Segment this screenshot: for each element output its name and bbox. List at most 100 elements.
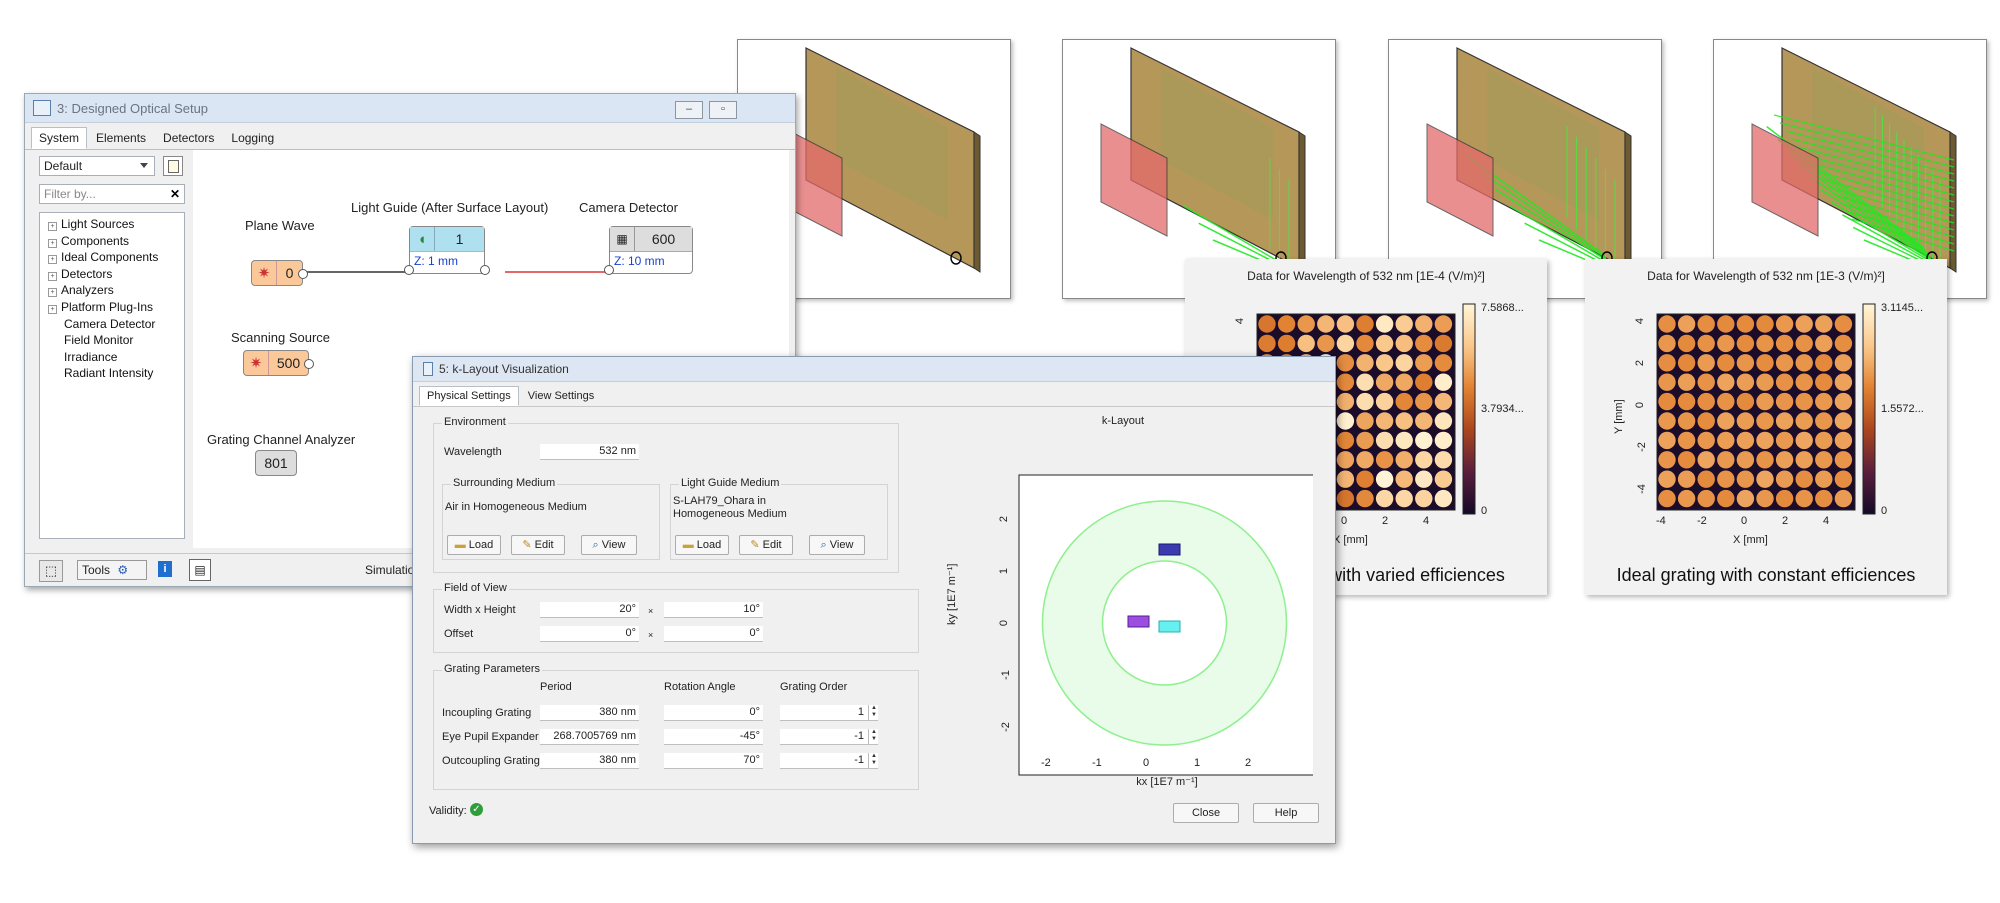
fov-offset-y-field[interactable]: 0° <box>664 626 763 642</box>
expand-icon[interactable]: + <box>48 304 57 314</box>
tree-item[interactable]: + Analyzers <box>40 282 184 299</box>
window-titlebar[interactable]: 3: Designed Optical Setup – ▫ <box>25 94 795 123</box>
surrounding-load-button[interactable]: ▬ Load <box>447 535 501 555</box>
light-guide-icon: ◖ <box>410 227 435 251</box>
grating-parameters-group: Grating Parameters Period Rotation Angle… <box>433 663 919 790</box>
grating-analyzer-label: Grating Channel Analyzer <box>207 432 356 447</box>
output-port[interactable] <box>298 269 308 279</box>
expand-icon[interactable]: + <box>48 271 57 281</box>
kx-axis-label: kx [1E7 m⁻¹] <box>1136 776 1198 788</box>
tree-item[interactable]: + Components <box>40 233 184 250</box>
guide-load-button[interactable]: ▬ Load <box>675 535 729 555</box>
ky-tick-label: -2 <box>999 722 1012 732</box>
order-spinner[interactable]: ▲ ▼ <box>868 729 879 744</box>
ky-tick-label: 1 <box>998 567 1011 575</box>
fov-offset-label: Offset <box>444 628 474 640</box>
tab-physical-settings[interactable]: Physical Settings <box>419 386 519 406</box>
scanning-source-node[interactable]: ✷ 500 <box>243 350 314 376</box>
guide-view-button[interactable]: ⌕ View <box>809 535 865 555</box>
tree-item[interactable]: + Detectors <box>40 266 184 283</box>
edit-label: Edit <box>762 539 782 551</box>
tools-icon: ⚙ <box>117 563 129 577</box>
document-icon[interactable]: ▤ <box>189 559 211 581</box>
heatmap-y-tick: 0 <box>1634 401 1647 409</box>
tab-system[interactable]: System <box>31 127 88 149</box>
expand-icon[interactable]: + <box>48 288 57 298</box>
colorbar-max: 3.1145... <box>1881 302 1923 314</box>
surrounding-view-button[interactable]: ⌕ View <box>581 535 637 555</box>
order-spinner[interactable]: ▲ ▼ <box>868 705 879 720</box>
grating-order-field[interactable]: -1 <box>780 753 878 769</box>
grating-period-field[interactable]: 268.7005769 nm <box>540 729 639 745</box>
grating-period-field[interactable]: 380 nm <box>540 753 639 769</box>
filter-input[interactable]: Filter by... ✕ <box>39 184 185 204</box>
pencil-icon: ✎ <box>750 539 760 551</box>
camera-detector-node[interactable]: ▦ 600 Z: 10 mm <box>604 226 693 275</box>
close-button[interactable]: Close <box>1173 803 1239 823</box>
input-port[interactable] <box>404 265 414 275</box>
heatmap-y-tick: 4 <box>1234 317 1247 325</box>
k-layout-titlebar[interactable]: 5: k-Layout Visualization <box>413 357 1335 382</box>
kx-tick-label: 0 <box>1143 757 1150 769</box>
tab-detectors[interactable]: Detectors <box>155 127 222 149</box>
tree-item[interactable]: + Light Sources <box>40 216 184 233</box>
minimize-button[interactable]: – <box>675 101 703 119</box>
tree-item[interactable]: + Platform Plug-Ins <box>40 299 184 316</box>
tree-item-label: Light Sources <box>61 217 135 231</box>
new-document-icon[interactable] <box>163 156 183 176</box>
wavelength-field[interactable]: 532 nm <box>540 444 639 460</box>
input-port[interactable] <box>604 265 614 275</box>
info-icon[interactable]: i <box>158 561 172 577</box>
tab-logging[interactable]: Logging <box>223 127 282 149</box>
kx-tick-label: 2 <box>1245 757 1252 769</box>
tree-item[interactable]: Field Monitor <box>40 332 184 349</box>
grating-order-field[interactable]: -1 <box>780 729 878 745</box>
clear-filter-icon[interactable]: ✕ <box>170 185 180 203</box>
element-catalog-sidebar: Default Filter by... ✕ + Light Sources + Co… <box>39 156 187 539</box>
fov-times-sign: × <box>648 630 654 640</box>
k-layout-tabs: Physical Settings View Settings <box>413 382 1335 407</box>
output-port[interactable] <box>304 359 314 369</box>
light-source-icon: ✷ <box>252 261 277 285</box>
expand-icon[interactable]: + <box>48 222 57 231</box>
maximize-button[interactable]: ▫ <box>709 101 737 119</box>
period-column: Period <box>540 681 572 693</box>
fov-width-field[interactable]: 20° <box>540 602 639 618</box>
grating-angle-field[interactable]: 0° <box>664 705 763 721</box>
ky-tick-label: 2 <box>998 515 1011 523</box>
k-layout-chart <box>1018 474 1313 776</box>
grating-angle-field[interactable]: -45° <box>664 729 763 745</box>
fov-height-field[interactable]: 10° <box>664 602 763 618</box>
profile-select[interactable]: Default <box>39 156 155 176</box>
grating-order-field[interactable]: 1 <box>780 705 878 721</box>
expand-icon[interactable]: + <box>48 255 57 265</box>
surrounding-edit-button[interactable]: ✎ Edit <box>511 535 565 555</box>
fov-times-sign: × <box>648 606 654 616</box>
fov-offset-x-field[interactable]: 0° <box>540 626 639 642</box>
3d-view-icon[interactable]: ⬚ <box>39 560 63 582</box>
tree-item[interactable]: Irradiance <box>40 349 184 366</box>
tree-item[interactable]: Camera Detector <box>40 316 184 333</box>
colorbar-min: 0 <box>1481 505 1488 517</box>
tools-button[interactable]: Tools ⚙ <box>77 560 147 580</box>
tab-elements[interactable]: Elements <box>88 127 154 149</box>
plane-wave-node[interactable]: ✷ 0 <box>251 260 308 286</box>
grating-angle-field[interactable]: 70° <box>664 753 763 769</box>
light-guide-node[interactable]: ◖ 1 Z: 1 mm <box>404 226 490 275</box>
heatmap-y-tick: -4 <box>1635 484 1648 494</box>
order-spinner[interactable]: ▲ ▼ <box>868 753 879 768</box>
tree-item[interactable]: + Ideal Components <box>40 249 184 266</box>
tab-view-settings[interactable]: View Settings <box>520 386 602 406</box>
grating-period-field[interactable]: 380 nm <box>540 705 639 721</box>
light-guide-medium-group: Light Guide Medium S-LAH79_Ohara in Homo… <box>670 477 888 560</box>
grating-analyzer-node[interactable]: 801 <box>255 450 297 476</box>
k-layout-plot: k-Layout -2 -1 0 1 2 2 1 0 -1 -2 kx [1E7 m⁻¹] ky… <box>933 407 1313 788</box>
ky-tick-label: 0 <box>998 619 1011 627</box>
environment-title: Environment <box>442 416 508 428</box>
guide-edit-button[interactable]: ✎ Edit <box>739 535 793 555</box>
help-button[interactable]: Help <box>1253 803 1319 823</box>
expand-icon[interactable]: + <box>48 238 57 248</box>
tree-item-label: Camera Detector <box>64 316 156 331</box>
output-port[interactable] <box>480 265 490 275</box>
tree-item[interactable]: Radiant Intensity <box>40 365 184 382</box>
